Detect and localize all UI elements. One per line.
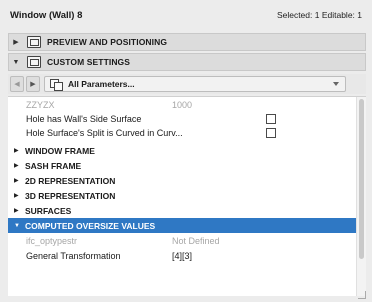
param-row-ifc-optypestr: ifc_optypestr Not Defined [8,234,356,248]
preview-icon [27,36,41,48]
param-name: ifc_optypestr [26,236,78,246]
group-computed-oversize-values[interactable]: ▼ COMPUTED OVERSIZE VALUES [8,218,356,233]
forward-button[interactable]: ▶ [26,76,40,92]
group-label: SASH FRAME [25,160,82,171]
chevron-right-icon: ▶ [14,163,19,169]
group-sash-frame[interactable]: ▶ SASH FRAME [8,158,356,173]
parameter-group-select[interactable]: All Parameters... [44,76,346,92]
right-arrow-icon: ▶ [30,81,36,88]
param-row-general-transformation[interactable]: General Transformation [4][3] [8,249,356,263]
param-value[interactable]: [4][3] [172,251,192,261]
left-arrow-icon: ◀ [14,81,20,88]
param-name: Hole Surface's Split is Curved in Curv..… [26,128,183,138]
group-surfaces[interactable]: ▶ SURFACES [8,203,356,218]
group-label: SURFACES [25,205,72,216]
dropdown-caret-icon [333,82,339,86]
back-button[interactable]: ◀ [10,76,24,92]
parameter-toolbar: ◀ ▶ All Parameters... [8,74,366,94]
group-label: 3D REPRESENTATION [25,190,116,201]
scrollbar-thumb[interactable] [359,99,364,259]
group-label: COMPUTED OVERSIZE VALUES [25,220,156,231]
param-row-side-surface[interactable]: Hole has Wall's Side Surface [8,112,356,126]
param-name: Hole has Wall's Side Surface [26,114,142,124]
param-name: ZZYZX [26,100,55,110]
group-2d-representation[interactable]: ▶ 2D REPRESENTATION [8,173,356,188]
chevron-right-icon: ▶ [14,178,19,184]
group-label: 2D REPRESENTATION [25,175,116,186]
chevron-right-icon: ▶ [13,39,19,46]
section-preview-positioning[interactable]: ▶ PREVIEW AND POSITIONING [8,33,366,51]
param-value: Not Defined [172,236,220,246]
chevron-right-icon: ▶ [14,193,19,199]
window-title: Window (Wall) 8 [10,9,83,21]
select-value: All Parameters... [68,79,135,89]
param-value: 1000 [172,100,193,110]
vertical-scrollbar[interactable] [356,97,366,296]
section-custom-settings[interactable]: ▼ CUSTOM SETTINGS [8,53,366,71]
param-name: General Transformation [26,251,121,261]
window-titlebar: Window (Wall) 8 Selected: 1 Editable: 1 [0,0,372,30]
resize-grip-icon[interactable] [358,291,366,299]
group-label: WINDOW FRAME [25,145,95,156]
param-row-split-curved[interactable]: Hole Surface's Split is Curved in Curv..… [8,126,356,140]
split-curved-checkbox[interactable] [266,128,276,138]
chevron-right-icon: ▶ [14,208,19,214]
parameter-list: ZZYZX 1000 Hole has Wall's Side Surface … [8,96,366,296]
chevron-down-icon: ▼ [12,58,20,66]
param-row-zzyzx: ZZYZX 1000 [8,98,356,112]
custom-settings-icon [27,56,41,68]
group-window-frame[interactable]: ▶ WINDOW FRAME [8,143,356,158]
parameters-icon [50,78,63,91]
section-label: PREVIEW AND POSITIONING [47,37,168,47]
section-label: CUSTOM SETTINGS [47,57,131,67]
side-surface-checkbox[interactable] [266,114,276,124]
group-3d-representation[interactable]: ▶ 3D REPRESENTATION [8,188,356,203]
selection-status: Selected: 1 Editable: 1 [276,10,362,20]
chevron-down-icon: ▼ [14,222,20,229]
chevron-right-icon: ▶ [14,148,19,154]
